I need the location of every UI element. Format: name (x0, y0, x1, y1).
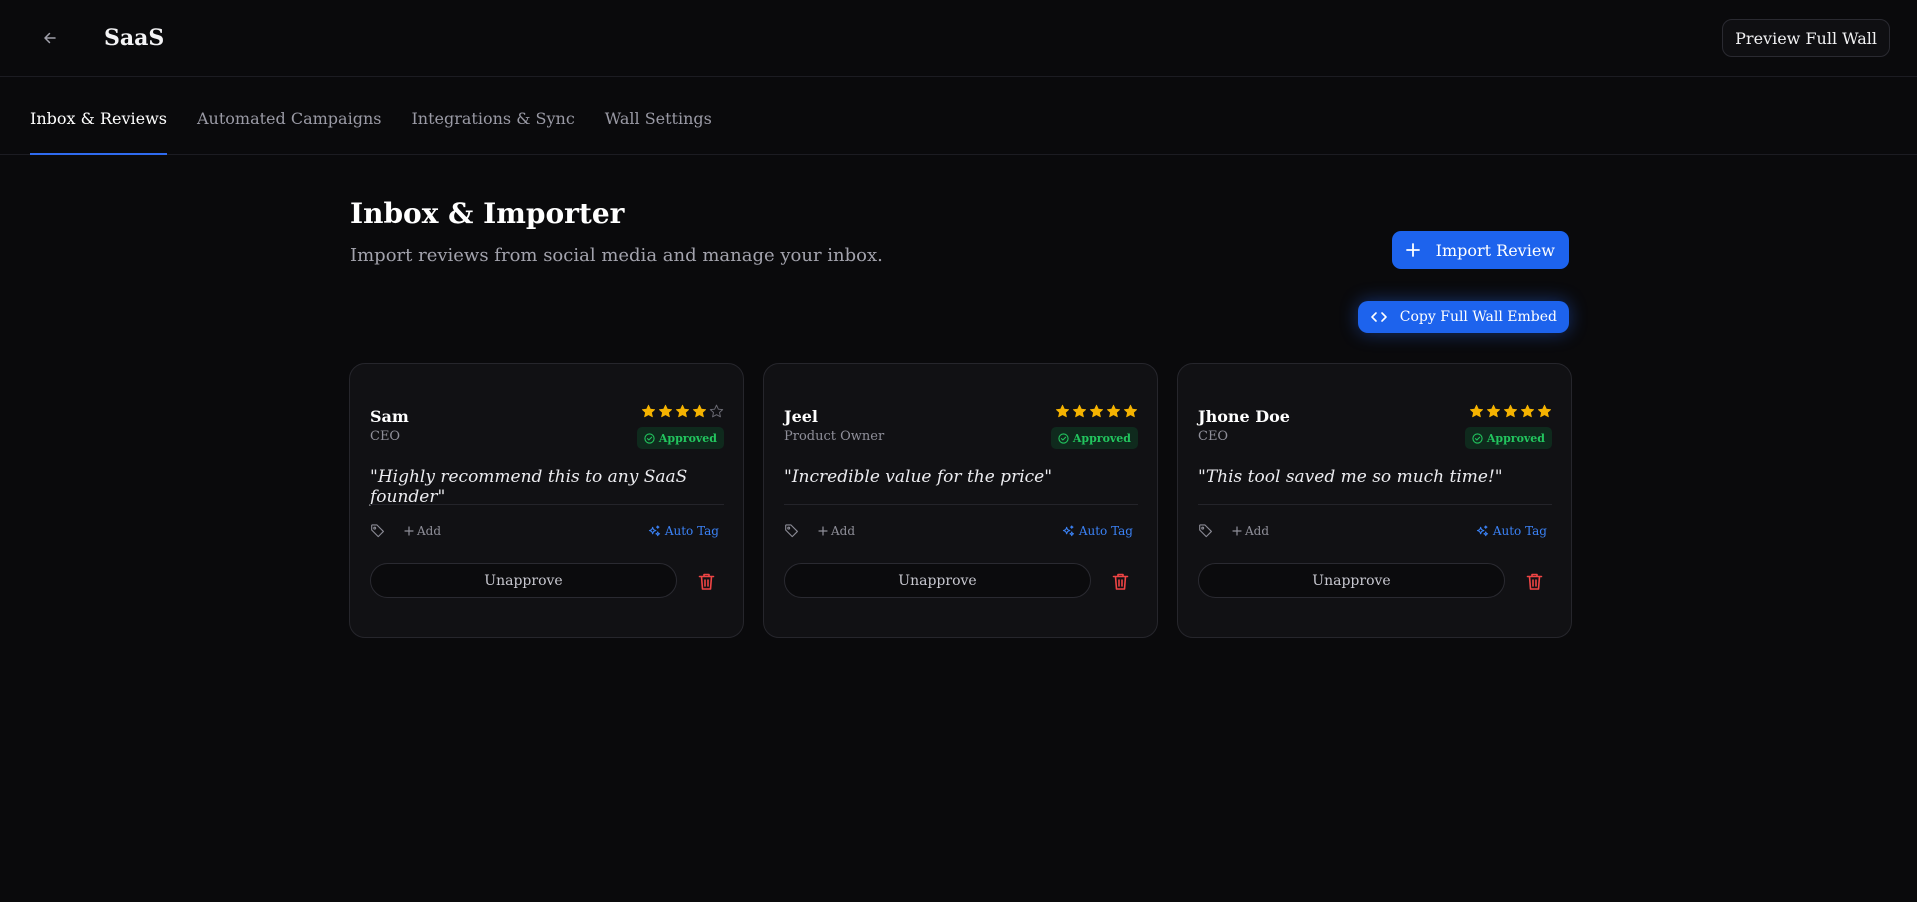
status-badge: Approved (1464, 427, 1552, 449)
star-rating (1055, 404, 1138, 419)
trash-icon (1112, 573, 1128, 590)
star-filled-icon (1106, 404, 1121, 418)
star-filled-icon (1123, 404, 1138, 418)
tag-icon (1198, 523, 1213, 542)
check-circle-icon (1058, 432, 1069, 444)
tab-bar: Inbox & Reviews Automated Campaigns Inte… (0, 77, 1917, 155)
plus-icon (404, 526, 414, 536)
page-subtitle: Import reviews from social media and man… (350, 245, 883, 266)
reviewer-name: Jhone Doe (1198, 407, 1290, 426)
auto-tag-label: Auto Tag (664, 524, 719, 538)
preview-full-wall-button[interactable]: Preview Full Wall (1722, 19, 1890, 57)
auto-tag-button[interactable]: Auto Tag (648, 524, 719, 538)
star-filled-icon (641, 404, 656, 418)
unapprove-button[interactable]: Unapprove (370, 563, 677, 598)
star-filled-icon (1486, 404, 1501, 418)
tag-icon (370, 523, 385, 542)
tab-inbox-reviews[interactable]: Inbox & Reviews (30, 109, 167, 155)
star-filled-icon (1537, 404, 1552, 418)
status-badge: Approved (1050, 427, 1138, 449)
back-button[interactable] (36, 24, 64, 52)
star-filled-icon (1055, 404, 1070, 418)
trash-icon (1526, 573, 1542, 590)
tab-wall-settings[interactable]: Wall Settings (605, 109, 712, 154)
add-tag-label: Add (1245, 524, 1270, 538)
import-review-label: Import Review (1435, 240, 1555, 260)
auto-tag-button[interactable]: Auto Tag (1062, 524, 1133, 538)
review-quote: "This tool saved me so much time!" (1198, 467, 1503, 487)
plus-icon (818, 526, 828, 536)
auto-tag-button[interactable]: Auto Tag (1476, 524, 1547, 538)
sparkles-icon (648, 524, 660, 536)
check-circle-icon (1472, 432, 1483, 444)
star-filled-icon (658, 404, 673, 418)
add-tag-label: Add (831, 524, 856, 538)
top-bar-left: SaaS (36, 24, 164, 52)
star-filled-icon (675, 404, 690, 418)
reviewer-role: Product Owner (784, 429, 885, 444)
reviewer-name: Jeel (784, 407, 819, 426)
plus-icon (1405, 243, 1420, 257)
star-filled-icon (1089, 404, 1104, 418)
copy-embed-label: Copy Full Wall Embed (1399, 309, 1557, 325)
reviewer-role: CEO (1198, 429, 1229, 444)
trash-icon (698, 573, 714, 590)
delete-button[interactable] (1109, 570, 1131, 592)
plus-icon (1232, 526, 1242, 536)
top-bar: SaaS Preview Full Wall (0, 0, 1917, 77)
review-card: Sam CEO Approved "Highly recommend this … (349, 363, 744, 638)
status-text: Approved (658, 431, 717, 445)
sparkles-icon (1062, 524, 1074, 536)
arrow-left-icon (44, 32, 56, 44)
app-title: SaaS (104, 25, 165, 51)
star-rating (641, 404, 724, 419)
review-cards: Sam CEO Approved "Highly recommend this … (349, 363, 1572, 638)
status-text: Approved (1072, 431, 1131, 445)
tag-icon (784, 523, 799, 542)
copy-embed-button[interactable]: Copy Full Wall Embed (1357, 301, 1569, 333)
add-tag-button[interactable]: Add (404, 524, 441, 538)
import-review-button[interactable]: Import Review (1391, 231, 1569, 269)
unapprove-button[interactable]: Unapprove (1198, 563, 1505, 598)
star-filled-icon (1469, 404, 1484, 418)
tab-integrations-sync[interactable]: Integrations & Sync (411, 109, 574, 154)
page-title: Inbox & Importer (350, 197, 625, 230)
star-empty-icon (709, 404, 724, 418)
star-filled-icon (1520, 404, 1535, 418)
star-rating (1469, 404, 1552, 419)
review-card: Jhone Doe CEO Approved "This tool saved … (1177, 363, 1572, 638)
review-card: Jeel Product Owner Approved "Incredible … (763, 363, 1158, 638)
divider (370, 504, 724, 505)
divider (1198, 504, 1552, 505)
add-tag-label: Add (417, 524, 442, 538)
delete-button[interactable] (1523, 570, 1545, 592)
reviewer-name: Sam (370, 407, 409, 426)
star-filled-icon (692, 404, 707, 418)
check-circle-icon (644, 432, 655, 444)
divider (784, 504, 1138, 505)
auto-tag-label: Auto Tag (1492, 524, 1547, 538)
auto-tag-label: Auto Tag (1078, 524, 1133, 538)
delete-button[interactable] (695, 570, 717, 592)
status-badge: Approved (636, 427, 724, 449)
star-filled-icon (1072, 404, 1087, 418)
code-icon (1370, 312, 1387, 322)
tab-automated-campaigns[interactable]: Automated Campaigns (197, 109, 381, 154)
unapprove-button[interactable]: Unapprove (784, 563, 1091, 598)
star-filled-icon (1503, 404, 1518, 418)
review-quote: "Highly recommend this to any SaaS found… (370, 467, 688, 507)
sparkles-icon (1476, 524, 1488, 536)
add-tag-button[interactable]: Add (818, 524, 855, 538)
reviewer-role: CEO (370, 429, 401, 444)
review-quote: "Incredible value for the price" (784, 467, 1053, 487)
status-text: Approved (1486, 431, 1545, 445)
add-tag-button[interactable]: Add (1232, 524, 1269, 538)
